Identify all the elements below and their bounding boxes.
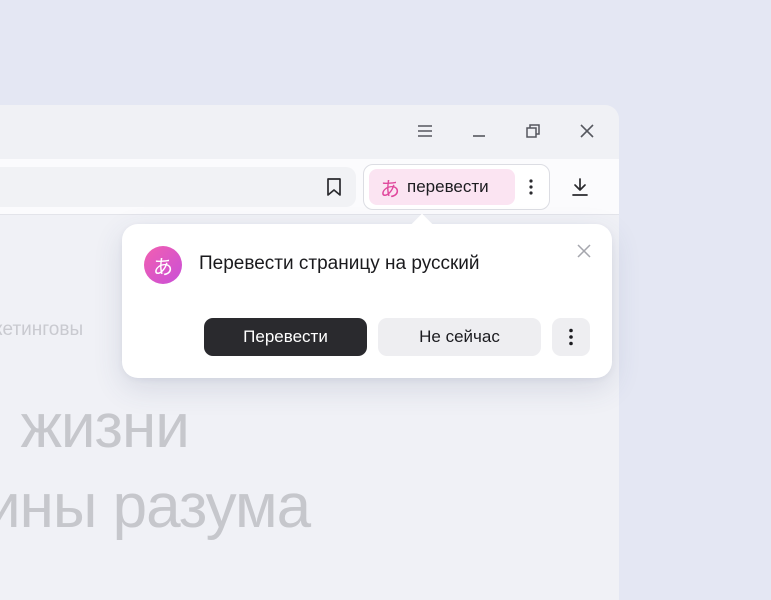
page-text-fragment: кетинговы	[0, 319, 84, 340]
page-heading-fragment-2: ины разума	[0, 472, 311, 541]
not-now-button[interactable]: Не сейчас	[378, 318, 541, 356]
close-icon[interactable]	[574, 118, 600, 144]
translate-glyph-icon: あ	[380, 176, 400, 201]
bookmark-icon[interactable]	[320, 173, 348, 201]
address-bar[interactable]	[0, 167, 356, 207]
translate-control: あ перевести	[363, 164, 550, 210]
translate-popup: あ Перевести страницу на русский Перевест…	[122, 213, 612, 378]
menu-icon[interactable]	[412, 118, 438, 144]
popup-title: Перевести страницу на русский	[199, 253, 480, 274]
browser-toolbar: あ перевести	[0, 159, 619, 215]
title-bar	[0, 105, 619, 159]
close-icon[interactable]	[574, 241, 594, 261]
translate-more-icon[interactable]	[520, 173, 542, 201]
translate-button[interactable]: Перевести	[204, 318, 367, 356]
translate-chip-label: перевести	[407, 177, 489, 196]
restore-icon[interactable]	[520, 118, 546, 144]
more-vertical-icon	[569, 328, 573, 346]
more-options-button[interactable]	[552, 318, 590, 356]
download-icon[interactable]	[566, 173, 594, 201]
page-heading-fragment-1: ı жизни	[0, 392, 190, 461]
minimize-icon[interactable]	[466, 118, 492, 144]
translator-logo-icon: あ	[144, 246, 182, 284]
translate-chip-button[interactable]: あ перевести	[369, 169, 515, 205]
